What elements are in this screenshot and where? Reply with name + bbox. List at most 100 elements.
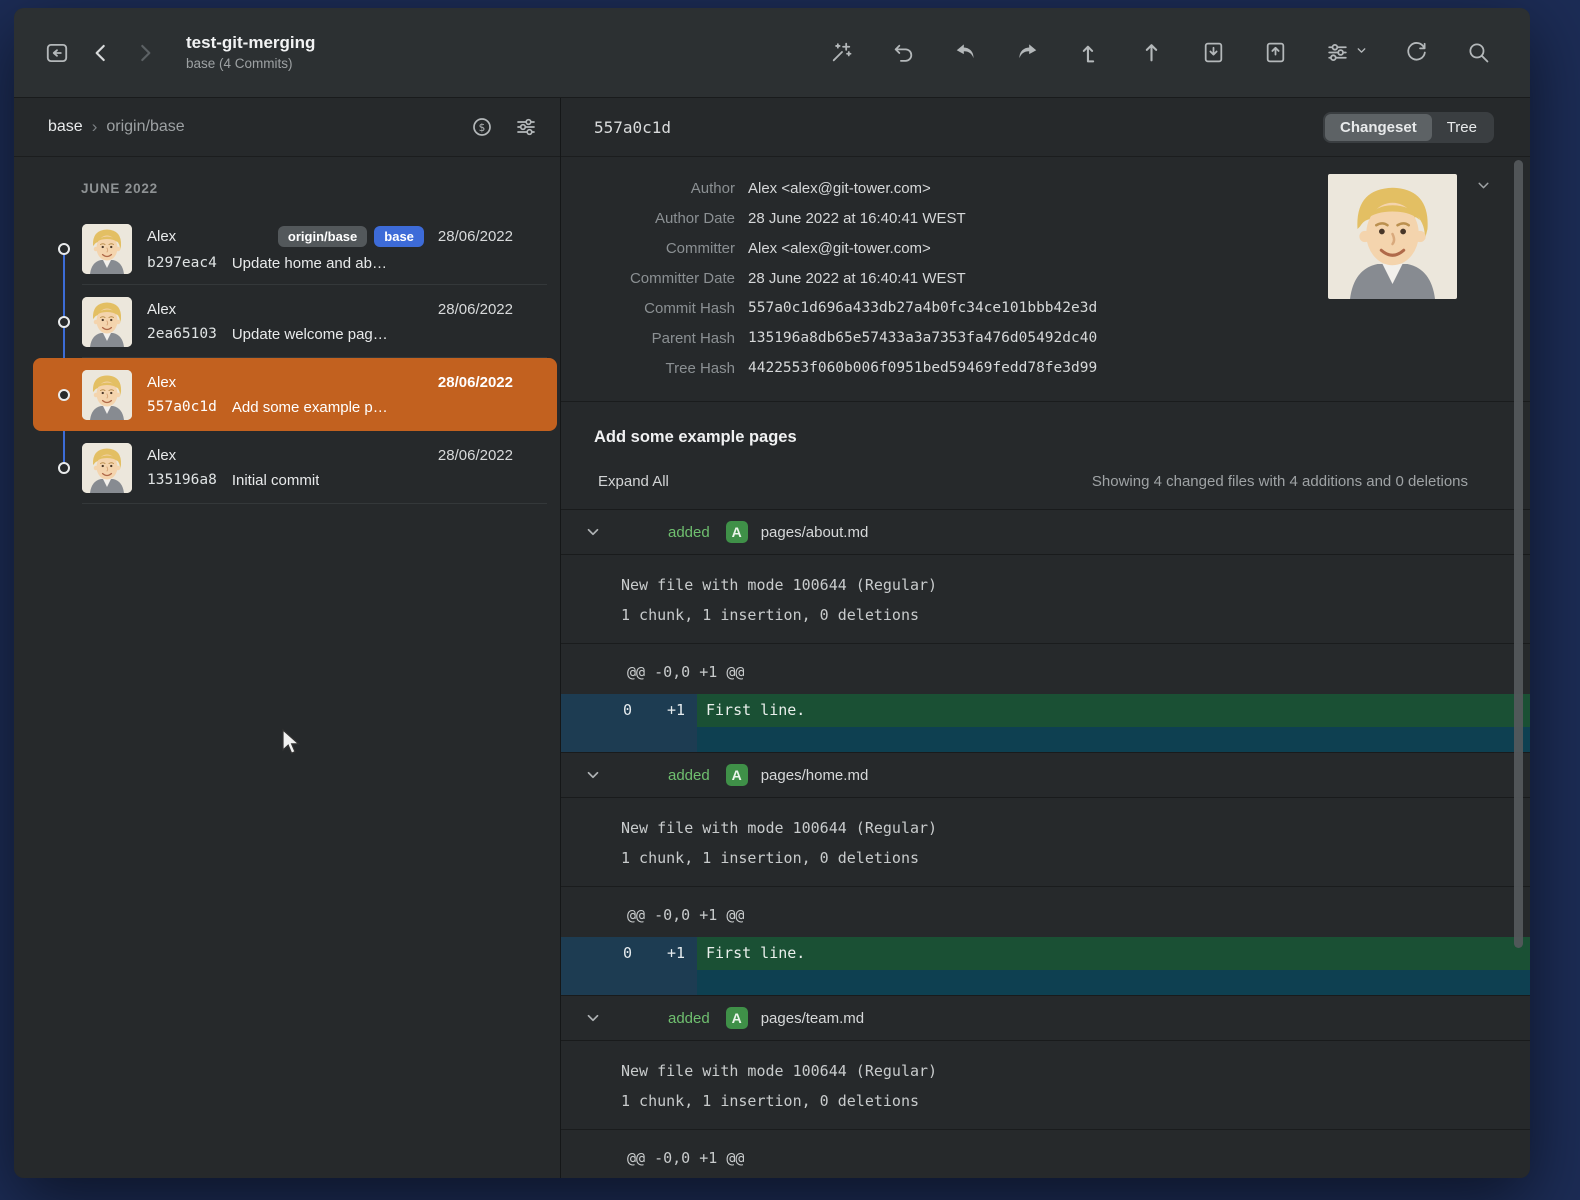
commit-avatar: [82, 443, 132, 493]
commit-message: Initial commit: [232, 472, 320, 489]
file-header[interactable]: added A pages/about.md: [561, 509, 1530, 555]
commit-avatar: [82, 370, 132, 420]
chevron-down-icon[interactable]: [584, 1009, 602, 1027]
commit-author: Alex: [147, 374, 176, 391]
diff-tail-content: [697, 970, 1530, 995]
repo-switch-icon: [44, 40, 70, 66]
forward-button[interactable]: [130, 38, 160, 68]
file-section: added A pages/home.md New file with mode…: [561, 752, 1530, 995]
meta-row: Parent Hash 135196a8db65e57433a3a7353fa4…: [561, 323, 1530, 353]
commit-date: 28/06/2022: [438, 374, 513, 391]
branch-badge[interactable]: base: [374, 226, 424, 247]
toolbar: [827, 39, 1530, 67]
filter-sliders-icon: [1323, 39, 1351, 67]
history-options-button[interactable]: [512, 113, 540, 141]
commit-author: Alex: [147, 228, 176, 245]
pull-button[interactable]: [1075, 39, 1103, 67]
meta-value: Alex <alex@git-tower.com>: [748, 180, 931, 197]
back-button[interactable]: [86, 38, 116, 68]
chevron-right-icon: [132, 40, 158, 66]
breadcrumb-branch[interactable]: base: [48, 118, 83, 136]
file-header[interactable]: added A pages/team.md: [561, 995, 1530, 1041]
detail-header: 557a0c1d Changeset Tree: [561, 98, 1530, 157]
file-status: added: [668, 767, 710, 784]
commit-author: Alex: [147, 301, 176, 318]
commit-meta: Author Alex <alex@git-tower.com> Author …: [561, 157, 1530, 402]
compare-button[interactable]: $: [468, 113, 496, 141]
stash-button[interactable]: [1199, 39, 1227, 67]
file-status: added: [668, 1010, 710, 1027]
old-line-number: 0: [561, 694, 646, 727]
stash-tray-down-icon: [1201, 40, 1226, 65]
file-mode-line: New file with mode 100644 (Regular): [621, 570, 1530, 600]
file-info: New file with mode 100644 (Regular) 1 ch…: [561, 798, 1530, 887]
hunk-header: @@ -0,0 +1 @@: [561, 887, 1530, 937]
wand-sparkles-icon: [829, 40, 854, 65]
meta-row: Tree Hash 4422553f060b006f0951bed59469fe…: [561, 353, 1530, 383]
diff-lines: 0+1First line.: [561, 937, 1530, 995]
file-path: pages/home.md: [761, 767, 869, 784]
commit-row[interactable]: Alex 28/06/2022 2ea65103 Update welcome …: [33, 285, 557, 358]
apply-stash-button[interactable]: [1261, 39, 1289, 67]
scrollbar-thumb[interactable]: [1514, 160, 1523, 948]
author-avatar: [1328, 174, 1457, 299]
diff-tail-content: [697, 727, 1530, 752]
file-header[interactable]: added A pages/home.md: [561, 752, 1530, 798]
commit-list: Alex origin/basebase 28/06/2022 b297eac4…: [33, 212, 557, 504]
chevron-down-icon[interactable]: [584, 523, 602, 541]
commit-sidebar: base › origin/base $: [14, 98, 561, 1178]
hunk-header: @@ -0,0 +1 @@: [561, 1130, 1530, 1178]
undo-button[interactable]: [889, 39, 917, 67]
commit-history: JUNE 2022 Alex origin/basebase 28/06/202…: [14, 157, 560, 1178]
quick-actions-button[interactable]: [827, 39, 855, 67]
file-status: added: [668, 524, 710, 541]
titlebar: test-git-merging base (4 Commits): [14, 8, 1530, 98]
detail-body: Author Alex <alex@git-tower.com> Author …: [561, 157, 1530, 1178]
commit-row[interactable]: Alex origin/basebase 28/06/2022 b297eac4…: [33, 212, 557, 285]
commit-detail-panel: 557a0c1d Changeset Tree Author Alex <ale…: [561, 98, 1530, 1178]
sliders-icon: [514, 115, 538, 139]
meta-label: Author: [561, 180, 735, 197]
timeline-node-icon: [58, 462, 70, 474]
timeline-node-icon: [58, 316, 70, 328]
commit-date: 28/06/2022: [438, 228, 513, 245]
commit-row[interactable]: Alex 28/06/2022 135196a8 Initial commit: [33, 431, 557, 504]
meta-label: Committer: [561, 240, 735, 257]
nav-controls: [14, 38, 160, 68]
tab-tree[interactable]: Tree: [1432, 114, 1492, 141]
breadcrumb-separator: ›: [92, 117, 98, 137]
diff-line-content: First line.: [697, 937, 1530, 970]
checkout-button[interactable]: [951, 39, 979, 67]
tab-changeset[interactable]: Changeset: [1325, 114, 1432, 141]
timeline-node-icon: [58, 243, 70, 255]
file-list: added A pages/about.md New file with mod…: [561, 509, 1530, 1178]
expand-all-button[interactable]: Expand All: [598, 473, 669, 490]
meta-label: Author Date: [561, 210, 735, 227]
commit-avatar: [82, 297, 132, 347]
file-path: pages/about.md: [761, 524, 869, 541]
branch-badge[interactable]: origin/base: [278, 226, 367, 247]
commit-hash-title: 557a0c1d: [594, 118, 671, 137]
chevron-down-icon[interactable]: [584, 766, 602, 784]
filter-dropdown[interactable]: [1323, 39, 1368, 67]
diff-tail-row: [561, 727, 1530, 752]
old-line-number: 0: [561, 937, 646, 970]
search-button[interactable]: [1464, 39, 1492, 67]
commit-message: Add some example p…: [232, 399, 388, 416]
meta-collapse-chevron-icon[interactable]: [1475, 177, 1492, 199]
merge-button[interactable]: [1013, 39, 1041, 67]
app-window: test-git-merging base (4 Commits): [14, 8, 1530, 1178]
file-section: added A pages/team.md New file with mode…: [561, 995, 1530, 1178]
undo-arrow-icon: [891, 40, 916, 65]
commit-avatar: [82, 224, 132, 274]
commit-row[interactable]: Alex 28/06/2022 557a0c1d Add some exampl…: [33, 358, 557, 431]
diff-tail-row: [561, 970, 1530, 995]
merge-arrow-icon: [1015, 40, 1040, 65]
repo-switch-button[interactable]: [42, 38, 72, 68]
timeline-node-icon: [58, 389, 70, 401]
push-button[interactable]: [1137, 39, 1165, 67]
file-stats-line: 1 chunk, 1 insertion, 0 deletions: [621, 1086, 1530, 1116]
breadcrumb-remote[interactable]: origin/base: [106, 118, 184, 136]
refresh-button[interactable]: [1402, 39, 1430, 67]
file-info: New file with mode 100644 (Regular) 1 ch…: [561, 555, 1530, 644]
